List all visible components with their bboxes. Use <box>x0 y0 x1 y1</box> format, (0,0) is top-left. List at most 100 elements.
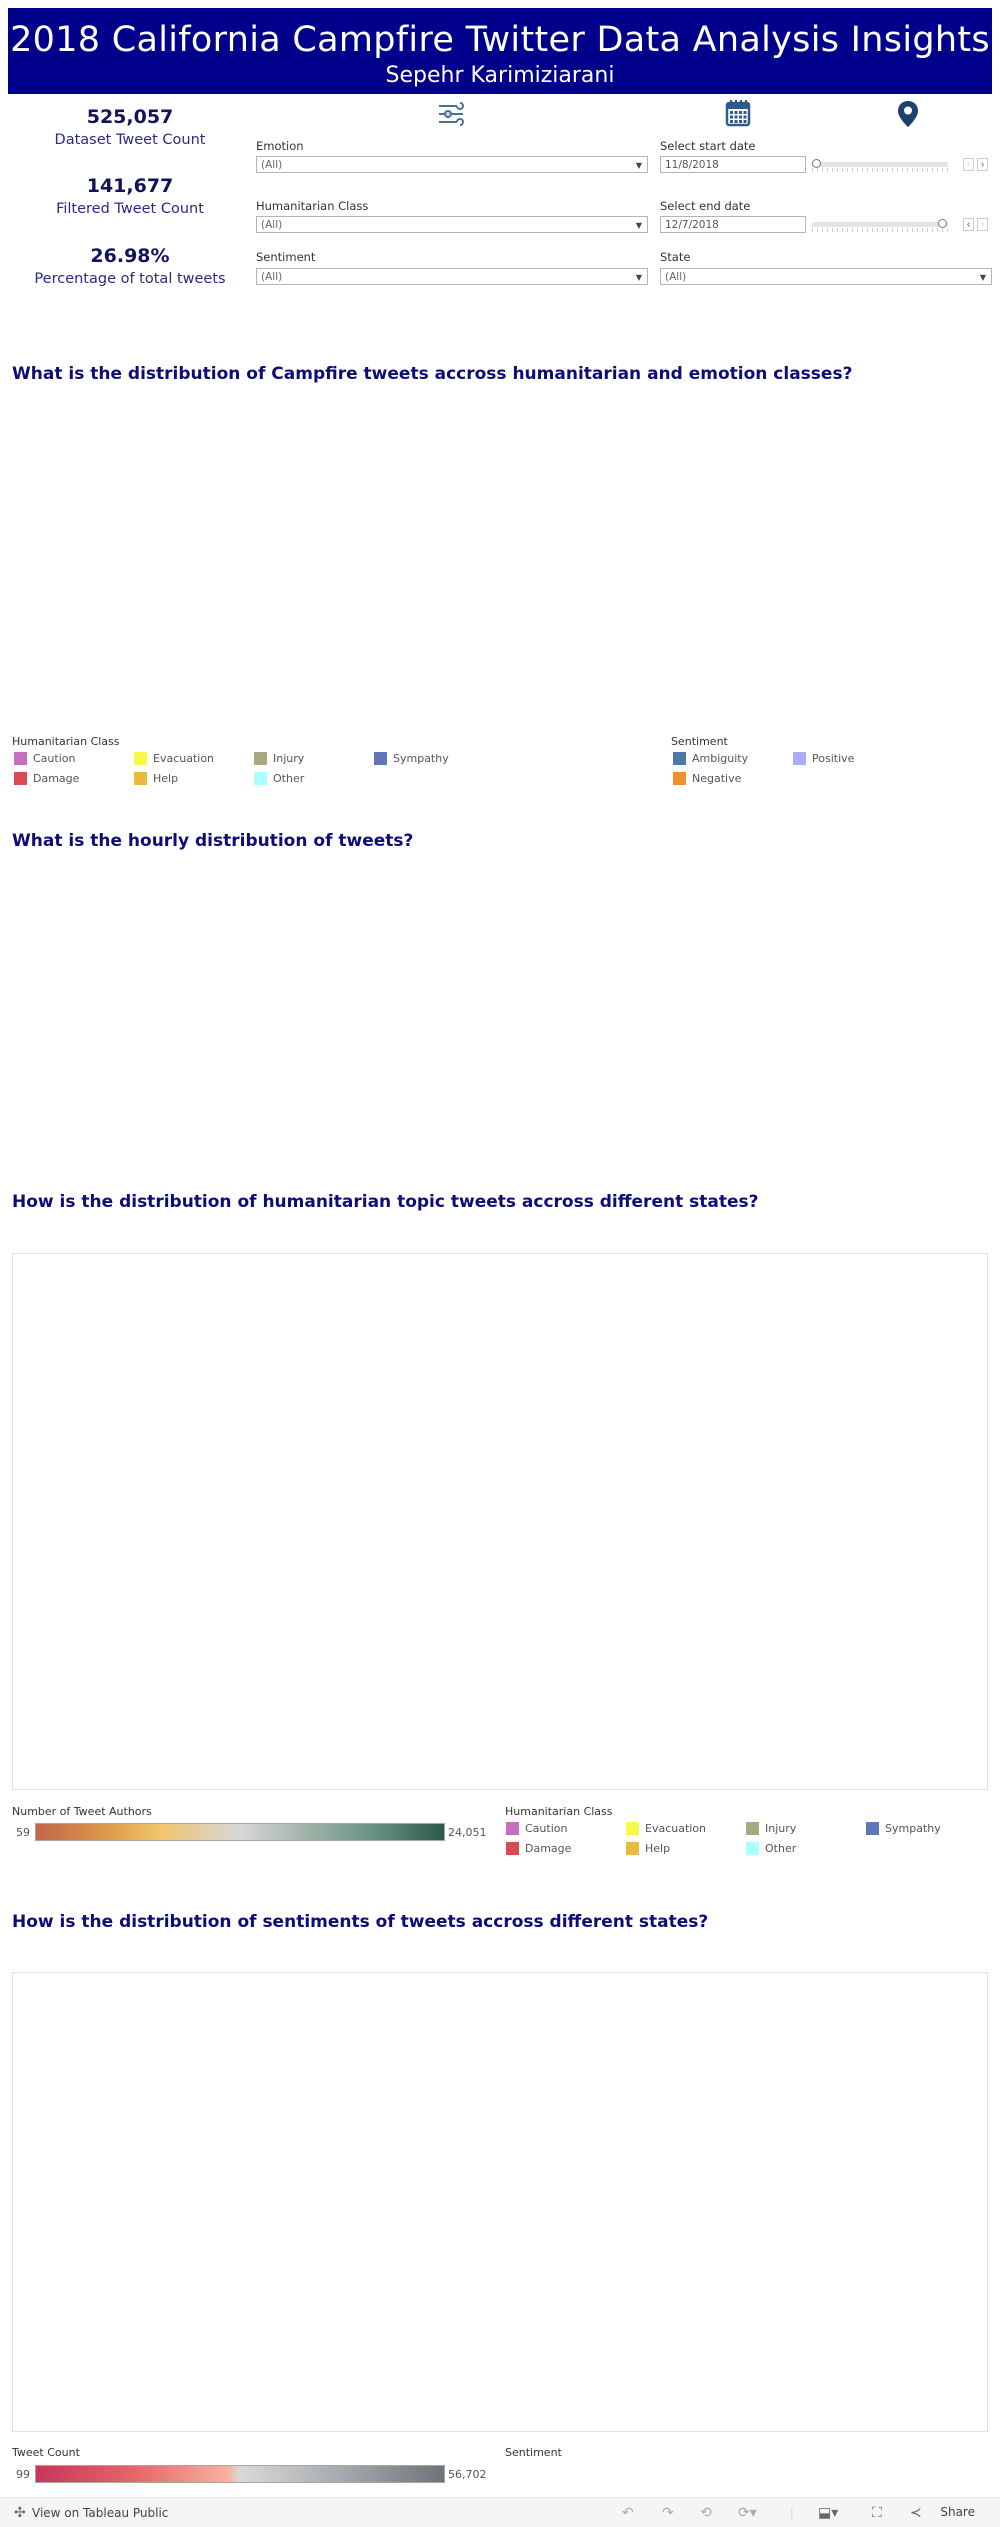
legend-swatch <box>673 772 686 785</box>
kpi-value: 26.98% <box>90 245 170 267</box>
legend-item-negative[interactable]: Negative <box>673 772 741 785</box>
legend-swatch <box>746 1822 759 1835</box>
legend-swatch <box>374 752 387 765</box>
legend-label: Caution <box>525 1822 568 1835</box>
kpi-label: Percentage of total tweets <box>34 271 226 287</box>
chevron-down-icon: ▼ <box>635 221 642 230</box>
sentiment-legend-title: Sentiment <box>671 735 728 748</box>
authors-color-gradient <box>35 1823 445 1841</box>
legend-label: Positive <box>812 752 855 765</box>
legend-swatch <box>134 772 147 785</box>
sentiment-filter-value: (All) <box>261 271 283 283</box>
kpi-value: 141,677 <box>86 175 174 197</box>
legend-item-ambiguity[interactable]: Ambiguity <box>673 752 748 765</box>
sentiment-legend-title-2: Sentiment <box>505 2446 562 2459</box>
download-icon[interactable]: ⬓▾ <box>818 2504 838 2521</box>
legend-item-injury[interactable]: Injury <box>254 752 304 765</box>
legend-label: Damage <box>525 1842 572 1855</box>
authors-legend-max: 24,051 <box>448 1826 487 1839</box>
legend-item-positive[interactable]: Positive <box>793 752 854 765</box>
start-date-prev-button[interactable]: ‹ <box>963 158 974 171</box>
emotion-filter-label: Emotion <box>256 139 304 153</box>
tweetcount-color-gradient <box>35 2465 445 2483</box>
kpi-label: Filtered Tweet Count <box>56 201 204 217</box>
legend-item-caution[interactable]: Caution <box>14 752 75 765</box>
dashboard-subtitle: Sepehr Karimiziarani <box>385 63 615 88</box>
legend-item-other[interactable]: Other <box>746 1842 796 1855</box>
legend-item-evacuation[interactable]: Evacuation <box>626 1822 706 1835</box>
legend-item-damage[interactable]: Damage <box>506 1842 571 1855</box>
legend-item-sympathy[interactable]: Sympathy <box>866 1822 941 1835</box>
legend-label: Ambiguity <box>692 752 749 765</box>
revert-icon[interactable]: ⟲ <box>700 2504 712 2521</box>
fullscreen-icon[interactable]: ⛶ <box>872 2504 882 2521</box>
end-date-input[interactable]: 12/7/2018 <box>660 216 806 233</box>
kpi-label: Dataset Tweet Count <box>54 132 206 148</box>
legend-item-help[interactable]: Help <box>134 772 178 785</box>
tableau-logo-icon: ✣ <box>14 2504 26 2520</box>
legend-swatch <box>793 752 806 765</box>
slider-ticks <box>812 168 948 172</box>
humanitarian-legend-title: Humanitarian Class <box>12 735 120 748</box>
share-icon[interactable]: ≺ <box>910 2504 922 2521</box>
slider-track <box>812 162 948 167</box>
legend-swatch <box>506 1822 519 1835</box>
chevron-down-icon: ▼ <box>635 161 642 170</box>
start-date-slider[interactable] <box>812 158 948 172</box>
legend-item-other[interactable]: Other <box>254 772 304 785</box>
emotion-filter-value: (All) <box>261 159 283 171</box>
start-date-next-button[interactable]: › <box>977 158 988 171</box>
sliders-icon <box>439 102 464 126</box>
legend-item-damage[interactable]: Damage <box>14 772 79 785</box>
emotion-bar-chart <box>500 415 1000 715</box>
chevron-down-icon: ▼ <box>979 273 986 282</box>
end-date-next-button[interactable]: › <box>977 218 988 231</box>
slider-track <box>812 222 948 227</box>
slider-thumb[interactable] <box>938 219 947 228</box>
humanitarian-filter-select[interactable]: (All) ▼ <box>256 216 648 233</box>
hourly-line-chart <box>0 870 1000 1150</box>
authors-legend-min: 59 <box>16 1826 30 1839</box>
legend-item-sympathy[interactable]: Sympathy <box>374 752 449 765</box>
legend-item-evacuation[interactable]: Evacuation <box>134 752 214 765</box>
end-date-label: Select end date <box>660 199 751 213</box>
slider-thumb[interactable] <box>812 159 821 168</box>
legend-item-help[interactable]: Help <box>626 1842 670 1855</box>
legend-swatch <box>673 752 686 765</box>
view-on-tableau-link[interactable]: View on Tableau Public <box>32 2506 168 2520</box>
legend-swatch <box>14 772 27 785</box>
undo-icon[interactable]: ↶ <box>622 2504 634 2521</box>
legend-swatch <box>746 1842 759 1855</box>
legend-label: Negative <box>692 772 742 785</box>
end-date-slider[interactable] <box>812 218 948 232</box>
legend-label: Caution <box>33 752 76 765</box>
share-button[interactable]: Share <box>940 2505 975 2519</box>
legend-label: Evacuation <box>645 1822 707 1835</box>
refresh-icon[interactable]: ⟳▾ <box>738 2504 757 2521</box>
legend-swatch <box>254 752 267 765</box>
legend-item-caution[interactable]: Caution <box>506 1822 567 1835</box>
dashboard-header: 2018 California Campfire Twitter Data An… <box>8 8 992 94</box>
legend-swatch <box>134 752 147 765</box>
legend-label: Injury <box>273 752 305 765</box>
humanitarian-state-map[interactable] <box>13 1254 989 1789</box>
sentiment-filter-label: Sentiment <box>256 250 316 264</box>
sentiment-filter-select[interactable]: (All) ▼ <box>256 268 648 285</box>
kpi-filtered-count: 141,677 Filtered Tweet Count <box>10 175 250 217</box>
legend-label: Help <box>153 772 179 785</box>
state-filter-select[interactable]: (All) ▼ <box>660 268 992 285</box>
end-date-prev-button[interactable]: ‹ <box>963 218 974 231</box>
legend-item-injury[interactable]: Injury <box>746 1822 796 1835</box>
sentiment-state-map[interactable] <box>13 1973 989 2431</box>
tweetcount-legend-max: 56,702 <box>448 2468 487 2481</box>
redo-icon[interactable]: ↷ <box>662 2504 674 2521</box>
emotion-filter-select[interactable]: (All) ▼ <box>256 156 648 173</box>
legend-swatch <box>14 752 27 765</box>
legend-label: Injury <box>765 1822 797 1835</box>
legend-label: Help <box>645 1842 671 1855</box>
legend-swatch <box>626 1842 639 1855</box>
slider-ticks <box>812 228 948 232</box>
start-date-input[interactable]: 11/8/2018 <box>660 156 806 173</box>
calendar-icon <box>725 100 751 127</box>
toolbar-divider: | <box>790 2504 794 2520</box>
